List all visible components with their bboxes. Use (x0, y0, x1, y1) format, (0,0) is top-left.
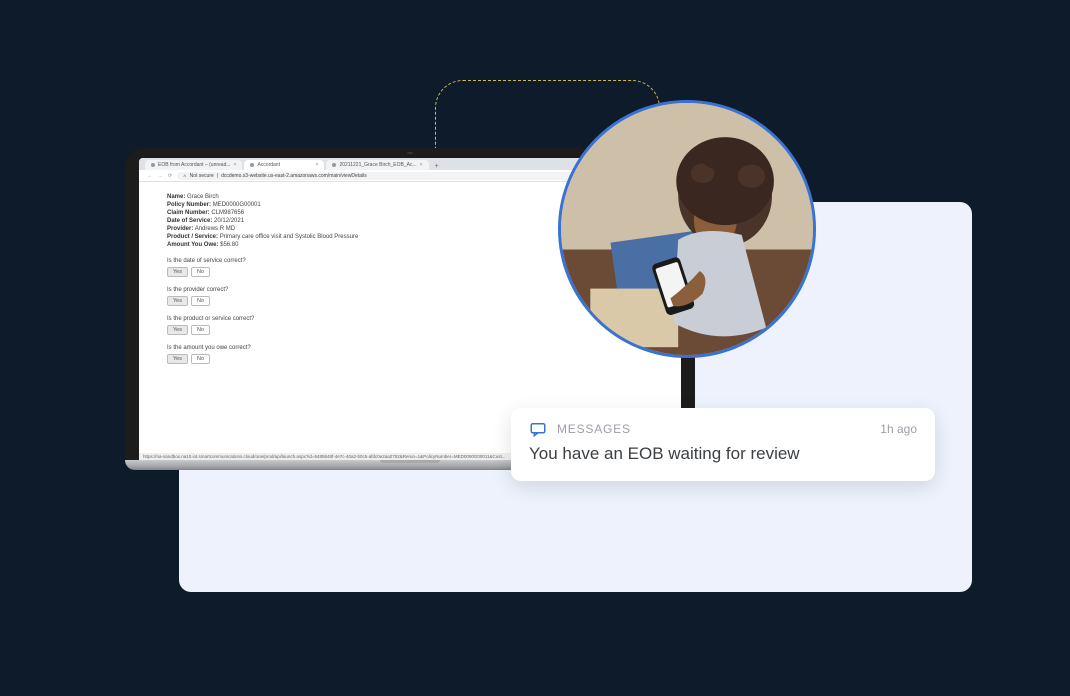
notification-source: MESSAGES (557, 422, 631, 436)
label: Amount You Owe: (167, 242, 218, 248)
value: CLM987656 (211, 210, 244, 216)
browser-tab[interactable]: 20211221_Grace Birch_EOB_Ac... × (326, 160, 428, 170)
new-tab-button[interactable]: + (431, 163, 443, 170)
question-product-service: Is the product or service correct? Yes N… (167, 316, 653, 335)
notification-card[interactable]: MESSAGES 1h ago You have an EOB waiting … (511, 408, 935, 481)
no-button[interactable]: No (191, 267, 210, 277)
not-secure-icon: ⚠ (183, 173, 187, 178)
label: Name: (167, 194, 185, 200)
notification-body: You have an EOB waiting for review (529, 444, 917, 464)
notification-header: MESSAGES 1h ago (529, 420, 917, 438)
tab-label: Accordant (257, 162, 280, 168)
lifestyle-photo (558, 100, 816, 358)
value: Andrews R MD (195, 226, 235, 232)
forward-button[interactable]: → (157, 173, 163, 179)
favicon (332, 163, 336, 167)
tab-label: 20211221_Grace Birch_EOB_Ac... (339, 162, 416, 168)
label: Policy Number: (167, 202, 211, 208)
label: Provider: (167, 226, 193, 232)
value: Primary care office visit and Systolic B… (220, 234, 359, 240)
browser-tab-active[interactable]: Accordant × (244, 160, 324, 170)
label: Date of Service: (167, 218, 212, 224)
yes-button[interactable]: Yes (167, 354, 188, 364)
value: Grace Birch (187, 194, 219, 200)
question-amount-owed: Is the amount you owe correct? Yes No (167, 345, 653, 364)
no-button[interactable]: No (191, 325, 210, 335)
tab-label: EOB from Accordant – (unread... (158, 162, 231, 168)
yes-button[interactable]: Yes (167, 296, 188, 306)
person-using-phone-illustration (561, 103, 813, 355)
yes-button[interactable]: Yes (167, 267, 188, 277)
favicon (250, 163, 254, 167)
back-button[interactable]: ← (147, 173, 153, 179)
no-button[interactable]: No (191, 354, 210, 364)
close-icon[interactable]: × (234, 162, 237, 168)
yes-button[interactable]: Yes (167, 325, 188, 335)
security-label: Not secure (190, 173, 214, 179)
reload-button[interactable]: ⟳ (167, 173, 173, 179)
no-button[interactable]: No (191, 296, 210, 306)
label: Claim Number: (167, 210, 210, 216)
value: 20/12/2021 (214, 218, 244, 224)
url-text: dccdemo.s3-website.us-east-2.amazonaws.c… (221, 173, 367, 179)
value: MED0000G00001 (213, 202, 261, 208)
notification-time: 1h ago (880, 422, 917, 436)
question-text: Is the amount you owe correct? (167, 345, 653, 351)
laptop-camera (407, 152, 413, 154)
browser-tab[interactable]: EOB from Accordant – (unread... × (145, 160, 242, 170)
label: Product / Service: (167, 234, 218, 240)
question-text: Is the product or service correct? (167, 316, 653, 322)
favicon (151, 163, 155, 167)
messages-icon (529, 420, 547, 438)
value: $56.80 (220, 242, 238, 248)
close-icon[interactable]: × (420, 162, 423, 168)
close-icon[interactable]: × (316, 162, 319, 168)
